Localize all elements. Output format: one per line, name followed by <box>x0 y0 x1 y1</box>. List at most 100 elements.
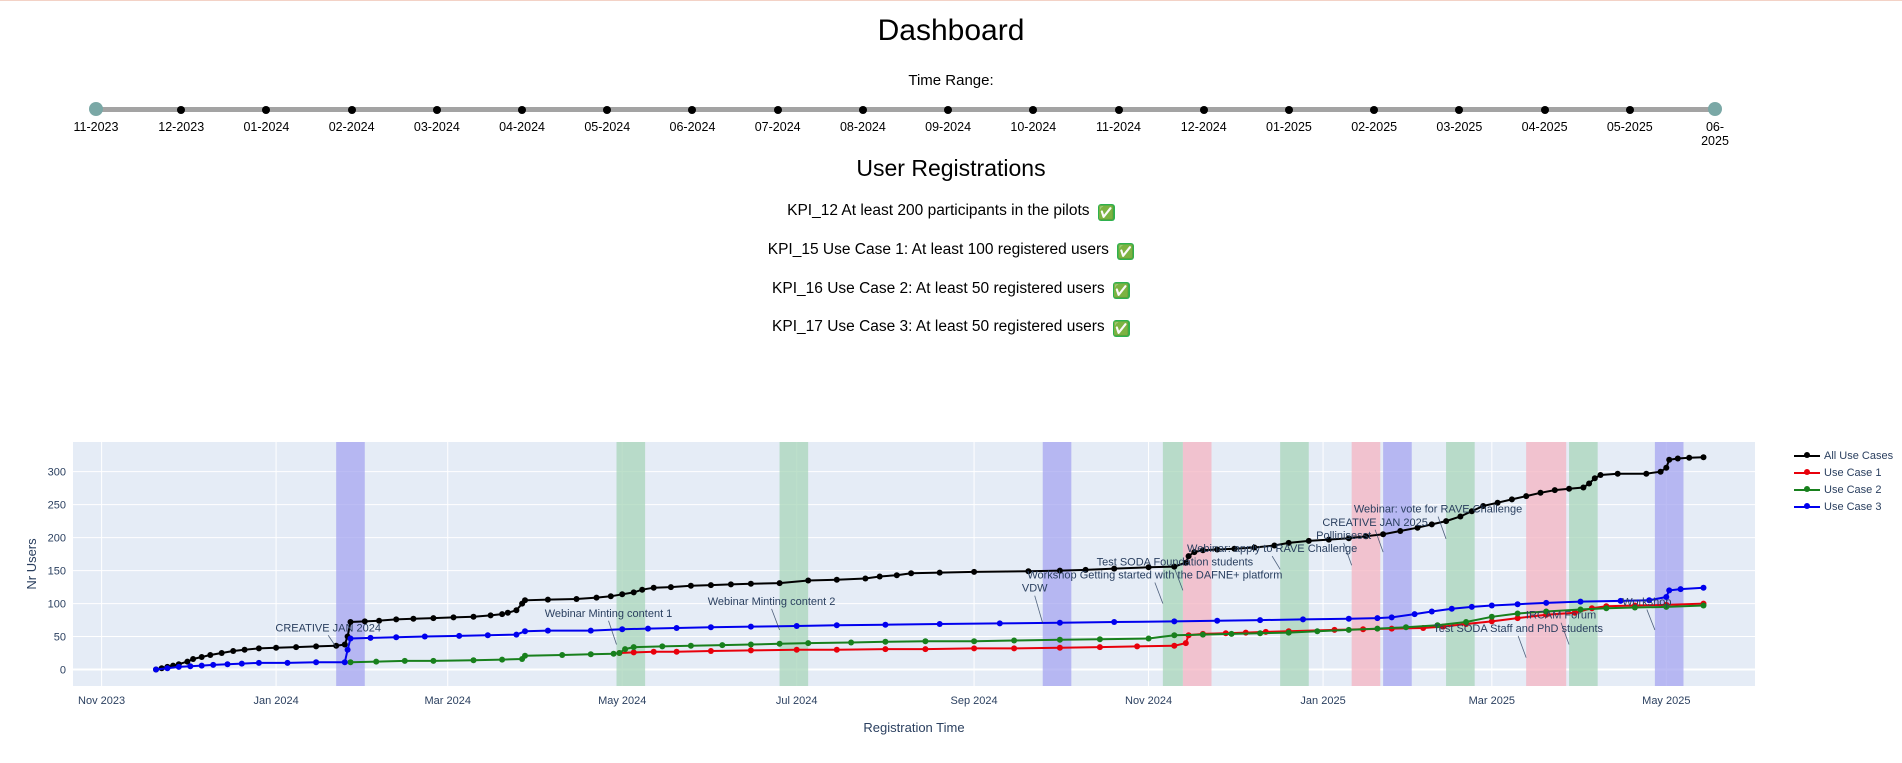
data-point <box>1171 632 1178 639</box>
legend-marker-icon <box>1804 486 1810 492</box>
data-point <box>747 623 754 630</box>
slider-rail[interactable] <box>96 107 1715 112</box>
data-point <box>1171 618 1178 625</box>
data-point <box>393 616 400 623</box>
slider-mark[interactable] <box>603 106 612 114</box>
annotation-label: Test SODA Foundation students <box>1097 556 1254 568</box>
data-point <box>996 620 1003 627</box>
data-point <box>882 638 889 645</box>
data-point <box>1403 624 1409 631</box>
data-point <box>1056 644 1063 651</box>
slider-mark[interactable] <box>347 106 356 114</box>
data-point <box>619 626 626 633</box>
legend-marker-icon <box>1804 452 1810 458</box>
legend-item[interactable]: Use Case 2 <box>1794 483 1893 500</box>
data-point <box>1374 625 1381 632</box>
data-point <box>1096 644 1103 651</box>
data-point <box>367 634 374 641</box>
data-point <box>1443 518 1450 525</box>
annotation-label: Test SODA Staff and PhD students <box>1433 623 1603 635</box>
slider-mark[interactable] <box>944 106 953 114</box>
kpi-line: KPI_12 At least 200 participants in the … <box>0 202 1902 221</box>
slider-mark[interactable] <box>1625 106 1634 114</box>
slider-mark[interactable] <box>1114 106 1123 114</box>
legend-item[interactable]: Use Case 3 <box>1794 500 1893 517</box>
data-point <box>513 607 520 614</box>
x-tick-label: Mar 2025 <box>1469 695 1515 707</box>
slider-mark[interactable] <box>432 106 441 114</box>
data-point <box>1586 480 1593 487</box>
slider-mark[interactable] <box>858 106 867 114</box>
slider-mark[interactable] <box>177 106 186 114</box>
data-point <box>373 658 380 665</box>
x-tick-label: Nov 2024 <box>1125 695 1172 707</box>
slider-mark-label: 03-2024 <box>413 120 460 134</box>
slider-mark[interactable] <box>773 106 782 114</box>
x-tick-label: Jul 2024 <box>776 695 818 707</box>
data-point <box>1614 470 1621 477</box>
data-point <box>882 646 889 653</box>
chart-legend[interactable]: All Use Cases Use Case 1 Use Case 2 Use Cas… <box>1794 449 1893 517</box>
data-point <box>776 640 783 647</box>
data-point <box>650 648 657 655</box>
data-point <box>1428 608 1435 615</box>
legend-label: All Use Cases <box>1824 450 1894 462</box>
data-point <box>587 627 594 634</box>
annotation-label: Workshop Getting started with the DAFNE+… <box>1027 570 1282 582</box>
data-point <box>922 638 929 645</box>
kpi-text: KPI_12 At least 200 participants in the … <box>787 202 1090 219</box>
time-range-label: Time Range: <box>908 72 994 89</box>
data-point <box>862 575 869 582</box>
slider-mark[interactable] <box>1540 106 1549 114</box>
kpi-line: KPI_15 Use Case 1: At least 100 register… <box>0 241 1902 260</box>
data-point <box>1488 602 1495 609</box>
slider-handle-start[interactable] <box>89 102 103 116</box>
data-point <box>1686 454 1693 461</box>
data-point <box>673 625 680 631</box>
y-tick-label: 300 <box>48 467 66 479</box>
data-point <box>793 623 800 629</box>
slider-mark[interactable] <box>518 106 527 114</box>
data-point <box>971 638 978 645</box>
time-range-slider[interactable]: 11-2023 12-2023 01-2024 02-2024 03-2024 04-20… <box>74 102 1729 148</box>
data-point <box>1591 475 1598 482</box>
slider-mark-label: 06- 2025 <box>1701 120 1729 148</box>
kpi-text: KPI_16 Use Case 2: At least 50 registere… <box>772 280 1105 297</box>
x-tick-label: Mar 2024 <box>424 695 470 707</box>
legend-item[interactable]: All Use Cases <box>1794 449 1893 466</box>
data-point <box>218 650 225 656</box>
slider-mark[interactable] <box>688 106 697 114</box>
event-band <box>1654 442 1684 686</box>
data-point <box>1171 642 1178 649</box>
slider-handle-end[interactable] <box>1708 102 1722 116</box>
annotation-label: CREATIVE JAN 2024 <box>275 622 381 634</box>
slider-mark[interactable] <box>1029 106 1038 114</box>
data-point <box>164 665 171 672</box>
slider-mark-label: 01-2024 <box>243 120 290 134</box>
slider-mark[interactable] <box>1455 106 1464 114</box>
legend-marker-icon <box>1804 503 1810 509</box>
data-point <box>1468 603 1475 610</box>
data-point <box>341 641 348 648</box>
data-point <box>1111 619 1118 625</box>
data-point <box>650 584 657 591</box>
data-point <box>1300 616 1306 623</box>
slider-mark[interactable] <box>1284 106 1293 114</box>
x-tick-label: May 2024 <box>598 695 646 707</box>
slider-mark[interactable] <box>1199 106 1208 114</box>
event-band <box>1526 442 1567 686</box>
event-band <box>1280 442 1309 686</box>
slider-mark[interactable] <box>262 106 271 114</box>
annotation-label: Webinar Minting content 1 <box>545 608 673 620</box>
data-point <box>1228 630 1235 637</box>
data-point <box>1011 645 1018 652</box>
data-point <box>1448 605 1455 612</box>
data-point <box>630 589 637 596</box>
data-point <box>639 586 646 593</box>
x-tick-label: Nov 2023 <box>78 695 125 707</box>
x-tick-label: May 2025 <box>1642 695 1690 707</box>
data-point <box>284 659 291 666</box>
legend-item[interactable]: Use Case 1 <box>1794 466 1893 483</box>
y-tick-label: 100 <box>48 599 66 611</box>
slider-mark[interactable] <box>1370 106 1379 114</box>
